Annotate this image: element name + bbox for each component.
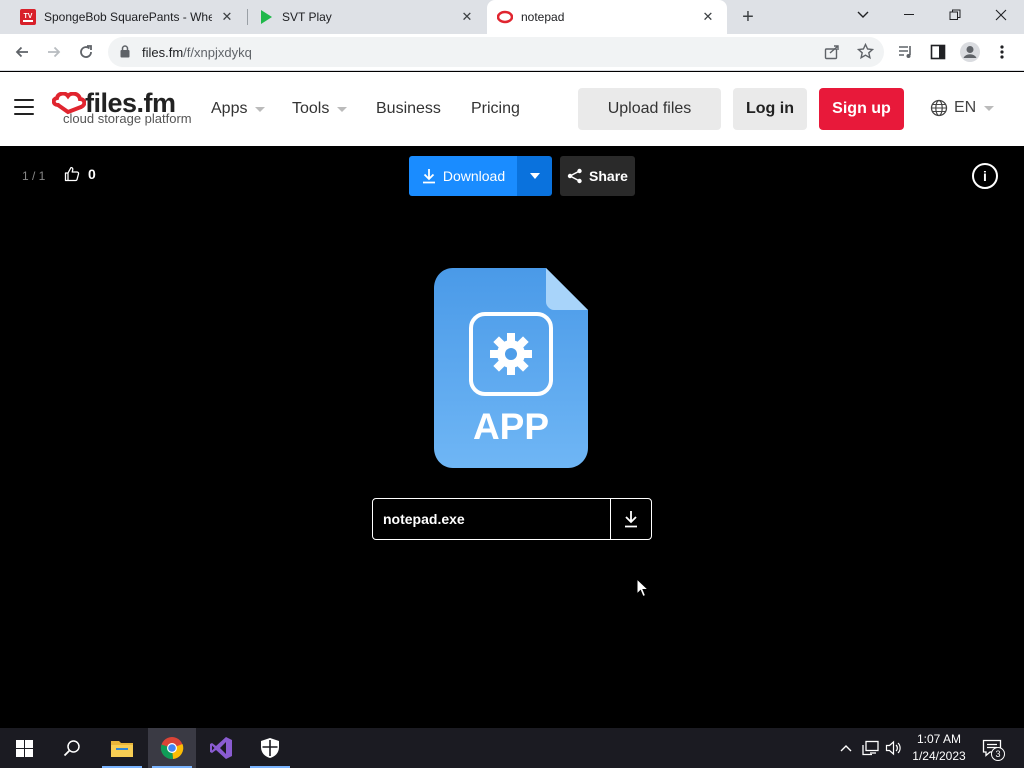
media-control-icon[interactable] xyxy=(892,38,920,66)
chevron-down-icon xyxy=(984,105,995,111)
nav-pricing[interactable]: Pricing xyxy=(471,100,520,118)
download-button[interactable]: Download xyxy=(409,156,517,196)
files-fm-logo[interactable]: files.fm cloud storage platform xyxy=(52,88,192,130)
share-button[interactable]: Share xyxy=(560,156,635,196)
restore-button[interactable] xyxy=(932,0,978,30)
windows-logo-icon xyxy=(15,739,33,757)
download-label: Download xyxy=(442,168,506,184)
login-button[interactable]: Log in xyxy=(733,88,807,130)
globe-icon xyxy=(930,99,948,117)
nav-apps[interactable]: Apps xyxy=(211,100,266,118)
share-icon xyxy=(567,168,582,184)
share-page-icon[interactable] xyxy=(824,44,840,65)
back-button[interactable] xyxy=(8,38,36,66)
notification-count-badge: 3 xyxy=(991,747,1005,761)
new-tab-button[interactable]: + xyxy=(736,5,760,29)
logo-tagline: cloud storage platform xyxy=(63,111,192,126)
download-options-button[interactable] xyxy=(517,156,552,196)
language-label: EN xyxy=(954,99,977,116)
folder-icon xyxy=(111,741,133,757)
search-icon xyxy=(63,740,80,757)
side-panel-icon[interactable] xyxy=(924,38,952,66)
share-label: Share xyxy=(589,168,628,184)
browser-toolbar: files.fm/f/xnpjxdykq xyxy=(0,34,1024,71)
site-header: files.fm cloud storage platform Apps Too… xyxy=(0,72,1024,146)
tray-chevron-up-icon[interactable] xyxy=(838,728,854,768)
start-button[interactable] xyxy=(0,728,48,768)
close-window-button[interactable] xyxy=(978,0,1024,30)
nav-tools[interactable]: Tools xyxy=(292,100,348,118)
nav-tools-label: Tools xyxy=(292,100,330,117)
forward-button[interactable] xyxy=(40,38,68,66)
search-button[interactable] xyxy=(48,728,96,768)
nav-apps-label: Apps xyxy=(211,100,248,117)
download-icon xyxy=(422,169,435,184)
mouse-cursor-icon xyxy=(636,578,650,598)
file-viewer: 1 / 1 0 Download Share i APP notepad.exe xyxy=(0,146,1024,728)
like-count: 0 xyxy=(88,166,96,182)
chevron-down-icon xyxy=(337,106,348,112)
lock-icon[interactable] xyxy=(120,45,130,63)
taskbar-windows-security[interactable] xyxy=(246,728,294,768)
browser-tab-strip: TV SpongeBob SquarePants - Where ✕ SVT P… xyxy=(0,0,1024,34)
tab-title: notepad xyxy=(521,10,565,24)
file-name: notepad.exe xyxy=(383,511,465,527)
language-selector[interactable]: EN xyxy=(930,99,995,117)
network-icon[interactable] xyxy=(860,728,882,768)
nav-business[interactable]: Business xyxy=(376,100,441,118)
taskbar-chrome[interactable] xyxy=(148,728,196,768)
nav-pricing-label: Pricing xyxy=(471,100,520,117)
taskbar-visual-studio[interactable] xyxy=(197,728,245,768)
address-bar[interactable]: files.fm/f/xnpjxdykq xyxy=(108,37,884,67)
chevron-down-icon xyxy=(255,106,266,112)
tab-search-chevron-icon[interactable] xyxy=(840,0,886,30)
svg-text:TV: TV xyxy=(24,13,33,20)
tab-title: SVT Play xyxy=(282,10,332,24)
profile-avatar-icon[interactable] xyxy=(956,38,984,66)
tab-close-icon[interactable]: ✕ xyxy=(218,8,236,26)
nav-business-label: Business xyxy=(376,100,441,117)
tv-guide-icon: TV xyxy=(20,9,36,25)
browser-tab-notepad[interactable]: notepad ✕ xyxy=(487,0,727,34)
chevron-down-icon xyxy=(529,173,540,179)
url-path: /f/xnpjxdykq xyxy=(183,45,252,60)
play-icon xyxy=(258,9,274,25)
chrome-icon xyxy=(160,737,184,760)
taskbar-file-explorer[interactable] xyxy=(98,728,146,768)
reload-button[interactable] xyxy=(72,38,100,66)
browser-tab-svt-play[interactable]: SVT Play ✕ xyxy=(248,0,486,34)
url-host: files.fm xyxy=(142,45,184,60)
shield-icon xyxy=(261,738,279,758)
files-fm-icon xyxy=(497,9,513,25)
tab-title: SpongeBob SquarePants - Where xyxy=(44,10,212,24)
app-file-icon: APP xyxy=(434,268,588,468)
hamburger-menu-icon[interactable] xyxy=(14,99,34,117)
clock-time: 1:07 AM xyxy=(916,732,962,746)
file-name-box: notepad.exe xyxy=(372,498,652,540)
browser-menu-icon[interactable] xyxy=(988,38,1016,66)
windows-taskbar: 1:07 AM 1/24/2023 xyxy=(0,728,1024,768)
tab-close-icon[interactable]: ✕ xyxy=(699,8,717,26)
volume-icon[interactable] xyxy=(884,728,904,768)
tab-close-icon[interactable]: ✕ xyxy=(458,8,476,26)
browser-tab-spongebob[interactable]: TV SpongeBob SquarePants - Where ✕ xyxy=(0,0,246,34)
minimize-button[interactable] xyxy=(886,0,932,30)
file-download-icon[interactable] xyxy=(611,499,651,539)
bookmark-star-icon[interactable] xyxy=(856,42,875,65)
clock-date: 1/24/2023 xyxy=(912,749,966,763)
thumbs-up-icon xyxy=(64,166,80,182)
like-button[interactable]: 0 xyxy=(64,166,96,182)
file-type-label: APP xyxy=(473,406,549,447)
system-clock[interactable]: 1:07 AM 1/24/2023 xyxy=(904,731,974,765)
file-counter: 1 / 1 xyxy=(22,169,46,183)
info-icon[interactable]: i xyxy=(972,163,998,189)
url-text: files.fm/f/xnpjxdykq xyxy=(142,45,252,60)
upload-files-button[interactable]: Upload files xyxy=(578,88,721,130)
signup-button[interactable]: Sign up xyxy=(819,88,904,130)
visual-studio-icon xyxy=(210,737,232,759)
